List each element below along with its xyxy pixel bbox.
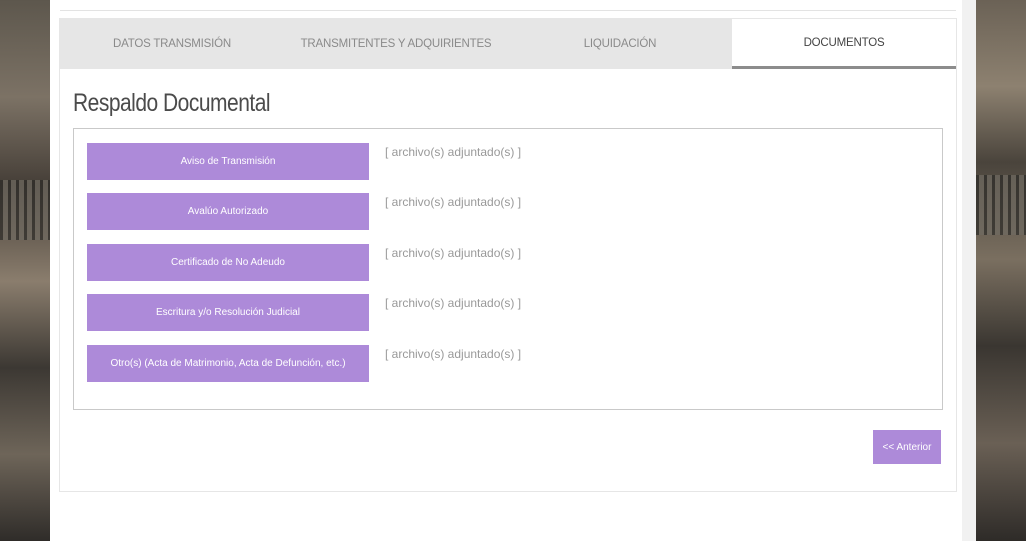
upload-escritura-resolucion-button[interactable]: Escritura y/o Resolución Judicial [87, 294, 369, 331]
document-row: Otro(s) (Acta de Matrimonio, Acta de Def… [87, 345, 521, 382]
document-row: Avalúo Autorizado [ archivo(s) adjuntado… [87, 193, 521, 230]
previous-button[interactable]: << Anterior [873, 430, 941, 464]
tab-liquidacion[interactable]: LIQUIDACIÓN [508, 19, 732, 69]
document-row: Certificado de No Adeudo [ archivo(s) ad… [87, 244, 521, 281]
section-title: Respaldo Documental [73, 89, 271, 117]
tab-datos-transmision[interactable]: DATOS TRANSMISIÓN [60, 19, 284, 69]
background-photo-left [0, 0, 50, 541]
main-page: DATOS TRANSMISIÓN TRANSMITENTES Y ADQUIR… [50, 0, 962, 541]
documents-panel: Aviso de Transmisión [ archivo(s) adjunt… [73, 128, 943, 410]
document-row: Escritura y/o Resolución Judicial [ arch… [87, 294, 521, 331]
attachment-status: [ archivo(s) adjuntado(s) ] [385, 246, 522, 260]
tab-documentos[interactable]: DOCUMENTOS [732, 19, 956, 69]
upload-aviso-transmision-button[interactable]: Aviso de Transmisión [87, 143, 369, 180]
upload-avaluo-autorizado-button[interactable]: Avalúo Autorizado [87, 193, 369, 230]
background-photo-right [976, 0, 1026, 541]
document-row: Aviso de Transmisión [ archivo(s) adjunt… [87, 143, 521, 180]
tab-transmitentes-adquirientes[interactable]: TRANSMITENTES Y ADQUIRIENTES [284, 19, 508, 69]
attachment-status: [ archivo(s) adjuntado(s) ] [385, 195, 522, 209]
upload-otros-button[interactable]: Otro(s) (Acta de Matrimonio, Acta de Def… [87, 345, 369, 382]
form-card: DATOS TRANSMISIÓN TRANSMITENTES Y ADQUIR… [59, 18, 957, 492]
upload-certificado-no-adeudo-button[interactable]: Certificado de No Adeudo [87, 244, 369, 281]
wizard-tabs: DATOS TRANSMISIÓN TRANSMITENTES Y ADQUIR… [60, 19, 956, 69]
attachment-status: [ archivo(s) adjuntado(s) ] [385, 296, 522, 310]
attachment-status: [ archivo(s) adjuntado(s) ] [385, 145, 522, 159]
attachment-status: [ archivo(s) adjuntado(s) ] [385, 347, 522, 361]
page-gutter [962, 0, 976, 541]
top-divider [60, 10, 956, 11]
